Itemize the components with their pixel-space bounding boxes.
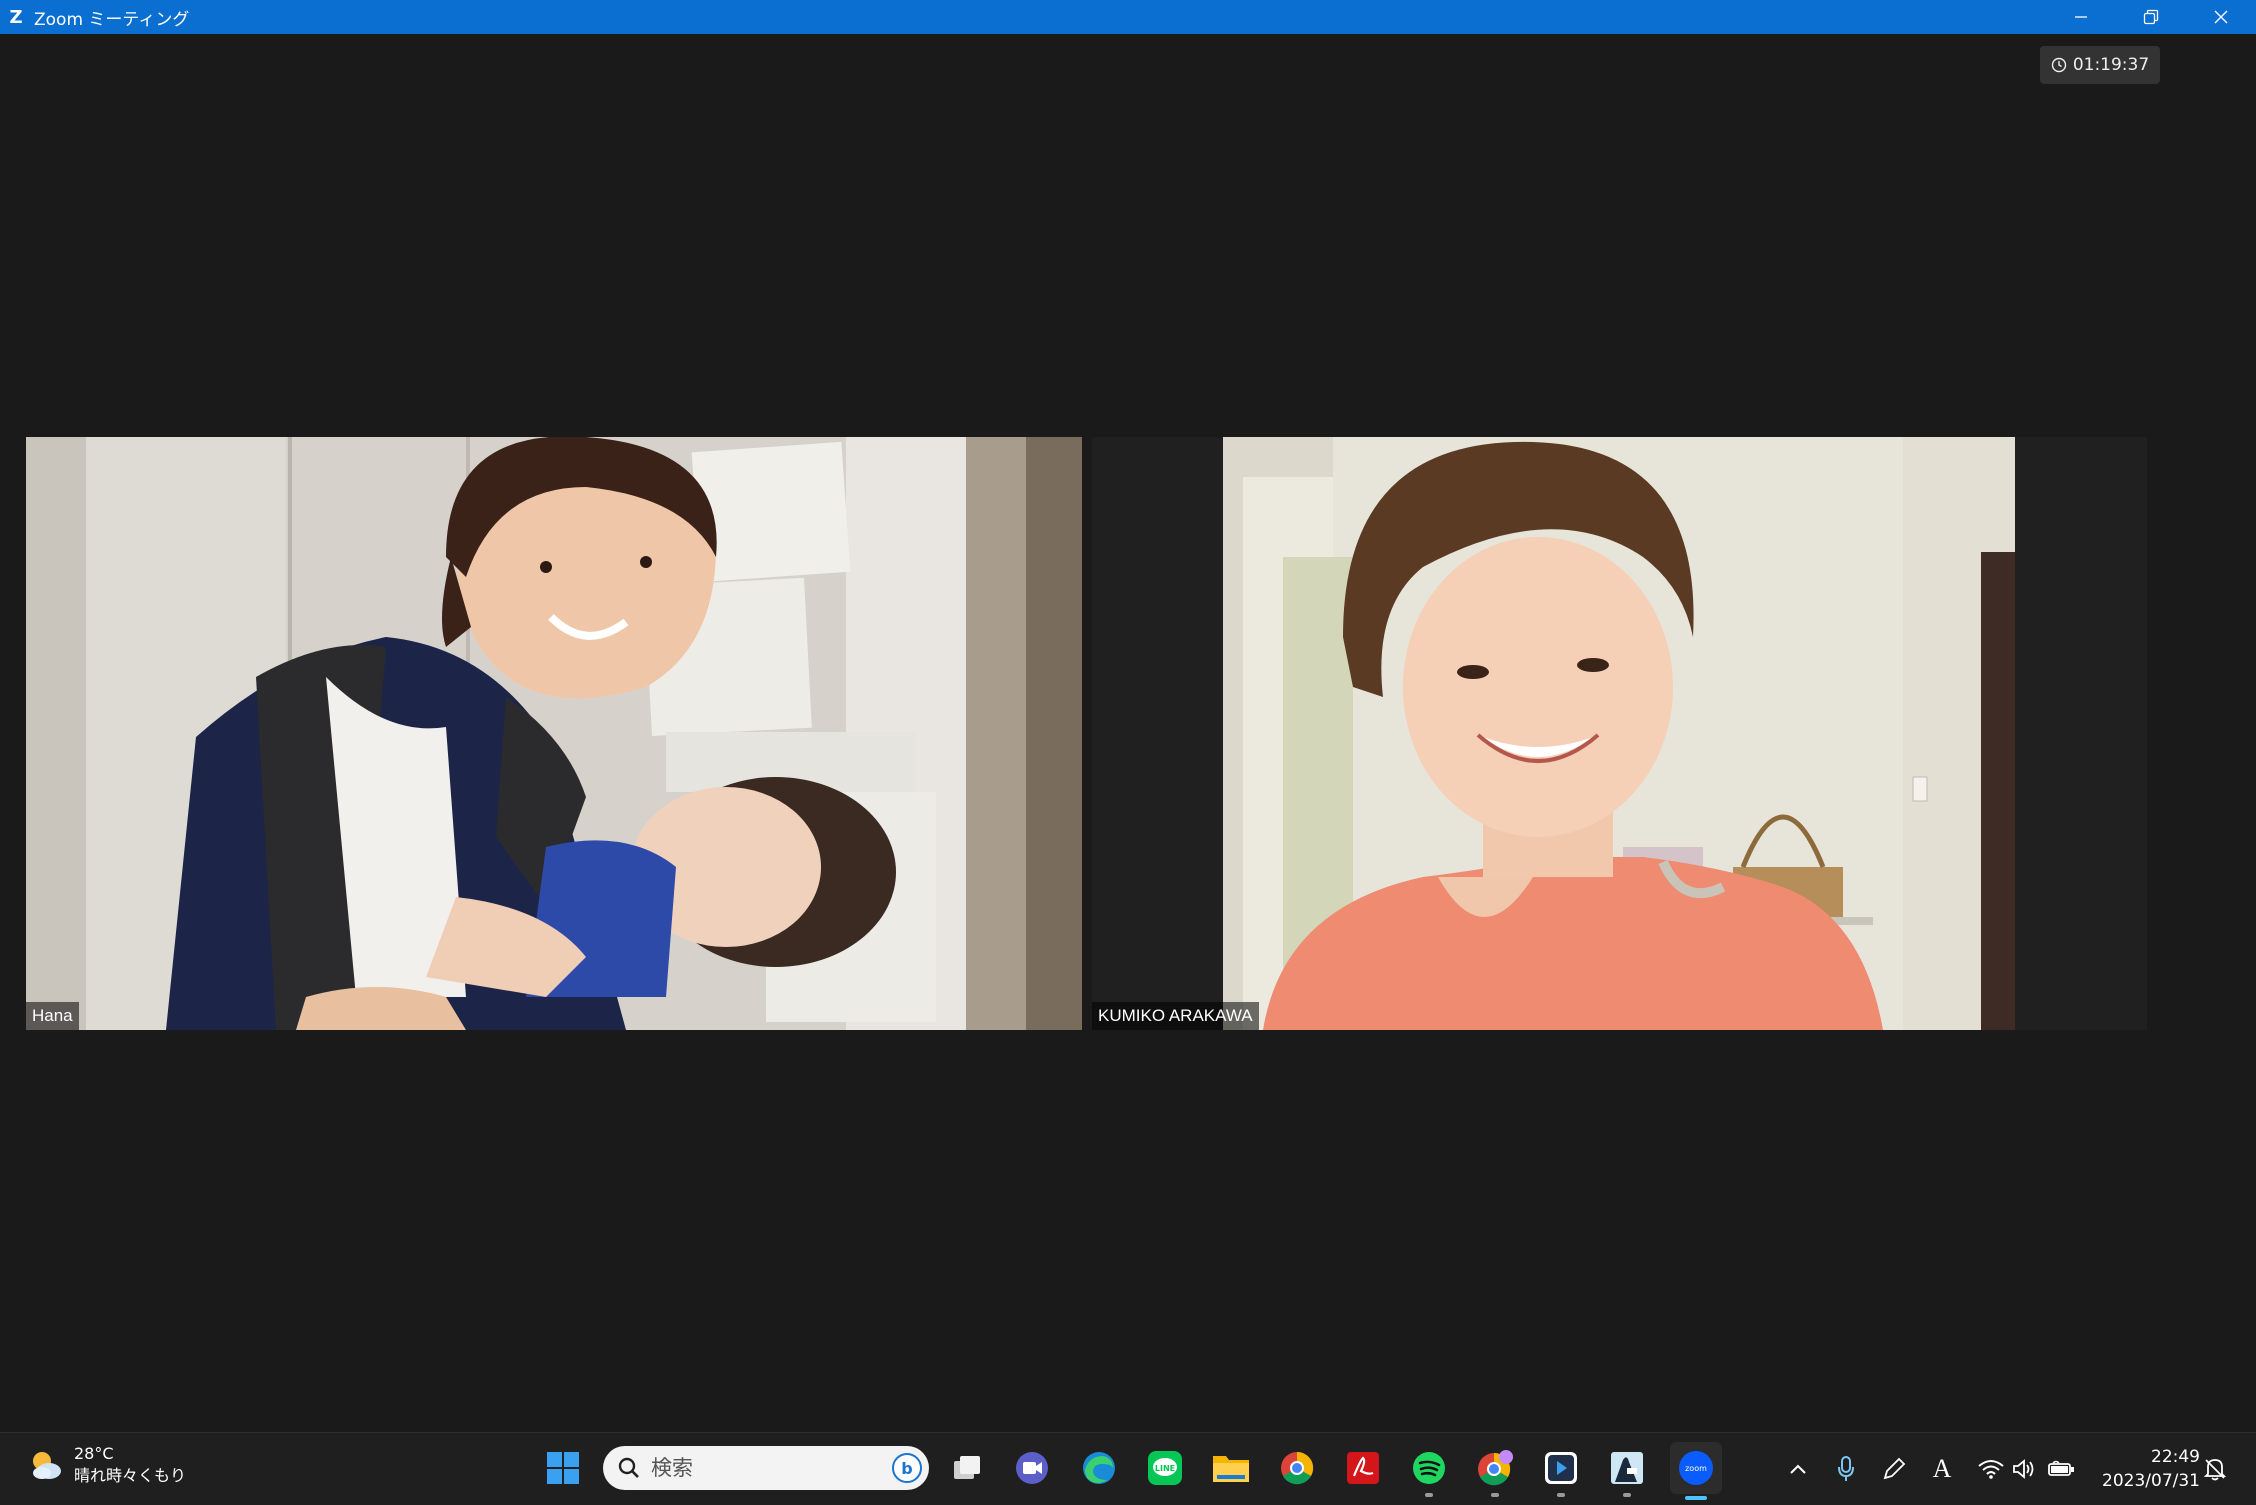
running-indicator	[1491, 1493, 1499, 1497]
pen-icon	[1883, 1457, 1906, 1480]
taskbar: 28°C 晴れ時々くもり b	[0, 1432, 2256, 1505]
clock-time: 22:49	[2151, 1447, 2200, 1467]
edge-button[interactable]	[1076, 1445, 1122, 1491]
file-explorer-button[interactable]	[1208, 1445, 1254, 1491]
chevron-up-icon	[1790, 1464, 1806, 1474]
line-icon: LINE	[1148, 1451, 1182, 1485]
wifi-button[interactable]	[1976, 1447, 2006, 1491]
chrome-button[interactable]	[1274, 1445, 1320, 1491]
file-explorer-icon	[1213, 1456, 1249, 1482]
chrome-icon	[1281, 1451, 1314, 1485]
zoom-button[interactable]: zoom	[1670, 1442, 1722, 1500]
weather-condition: 晴れ時々くもり	[74, 1466, 187, 1485]
chrome-profile-button[interactable]	[1472, 1445, 1518, 1497]
spotify-icon	[1413, 1452, 1445, 1484]
clock-icon	[2051, 57, 2067, 73]
participant-video-tile-kumiko[interactable]: KUMIKO ARAKAWA	[1092, 437, 2147, 1030]
clock-date: 2023/07/31	[2102, 1471, 2200, 1491]
start-icon	[547, 1452, 579, 1484]
minimize-icon	[2075, 16, 2087, 18]
search-input[interactable]	[649, 1455, 873, 1481]
search-icon	[618, 1457, 639, 1478]
battery-icon	[2048, 1460, 2074, 1476]
window-controls	[2046, 0, 2256, 34]
svg-text:LINE: LINE	[1155, 1464, 1175, 1473]
restore-icon	[2143, 9, 2159, 25]
teams-button[interactable]	[1009, 1445, 1055, 1491]
battery-button[interactable]	[2046, 1447, 2076, 1491]
meeting-elapsed-time: 01:19:37	[2072, 55, 2150, 75]
running-indicator	[1623, 1493, 1631, 1497]
weather-widget[interactable]: 28°C 晴れ時々くもり	[28, 1443, 186, 1487]
kindle-button[interactable]	[1604, 1445, 1650, 1497]
participant-video-feed	[1223, 437, 2015, 1030]
participant-video-tile-hana[interactable]: Hana	[26, 437, 1082, 1030]
start-button[interactable]	[540, 1445, 586, 1491]
active-indicator	[1685, 1496, 1707, 1500]
weather-temperature: 28°C	[74, 1444, 114, 1463]
taskbar-search[interactable]: b	[603, 1446, 929, 1490]
svg-text:b: b	[901, 1459, 912, 1478]
show-hidden-icons-button[interactable]	[1786, 1447, 1810, 1491]
pen-menu-button[interactable]	[1880, 1447, 1908, 1491]
close-icon	[2214, 10, 2228, 24]
line-button[interactable]: LINE	[1142, 1445, 1188, 1491]
meeting-timer[interactable]: 01:19:37	[2040, 46, 2160, 84]
acrobat-icon	[1347, 1452, 1379, 1484]
edge-icon	[1083, 1452, 1115, 1484]
zoom-icon: zoom	[1679, 1451, 1713, 1485]
app-store-button[interactable]	[1538, 1445, 1584, 1497]
window-title: Zoom ミーティング	[34, 9, 190, 30]
svg-text:zoom: zoom	[1685, 1464, 1707, 1473]
partly-cloudy-icon	[33, 1452, 61, 1479]
close-button[interactable]	[2186, 0, 2256, 34]
chrome-profile-icon	[1478, 1450, 1513, 1486]
microphone-icon	[1838, 1456, 1854, 1481]
title-bar: Z Zoom ミーティング	[0, 0, 2256, 34]
task-view-button[interactable]	[944, 1445, 990, 1491]
acrobat-button[interactable]	[1340, 1445, 1386, 1491]
microphone-button[interactable]	[1834, 1447, 1858, 1491]
zoom-logo-icon: Z	[9, 6, 23, 28]
notification-icon	[2203, 1459, 2227, 1481]
restore-button[interactable]	[2116, 0, 2186, 34]
minimize-button[interactable]	[2046, 0, 2116, 34]
spotify-button[interactable]	[1406, 1445, 1452, 1497]
participant-video-feed	[26, 437, 1082, 1030]
taskbar-clock[interactable]: 22:49 2023/07/31	[2090, 1445, 2200, 1493]
running-indicator	[1557, 1493, 1565, 1497]
volume-button[interactable]	[2010, 1447, 2038, 1491]
volume-icon	[2013, 1459, 2034, 1479]
ime-indicator[interactable]: A	[1928, 1447, 1956, 1491]
participant-name-label: KUMIKO ARAKAWA	[1092, 1002, 1259, 1030]
running-indicator	[1425, 1493, 1433, 1497]
notification-button[interactable]	[2200, 1447, 2230, 1491]
teams-icon	[1016, 1452, 1048, 1484]
participant-name-label: Hana	[26, 1002, 79, 1030]
bing-icon: b	[892, 1453, 922, 1483]
kindle-icon	[1611, 1452, 1643, 1484]
wifi-icon	[1978, 1460, 2004, 1479]
app-store-icon	[1545, 1452, 1577, 1484]
task-view-icon	[954, 1456, 980, 1479]
